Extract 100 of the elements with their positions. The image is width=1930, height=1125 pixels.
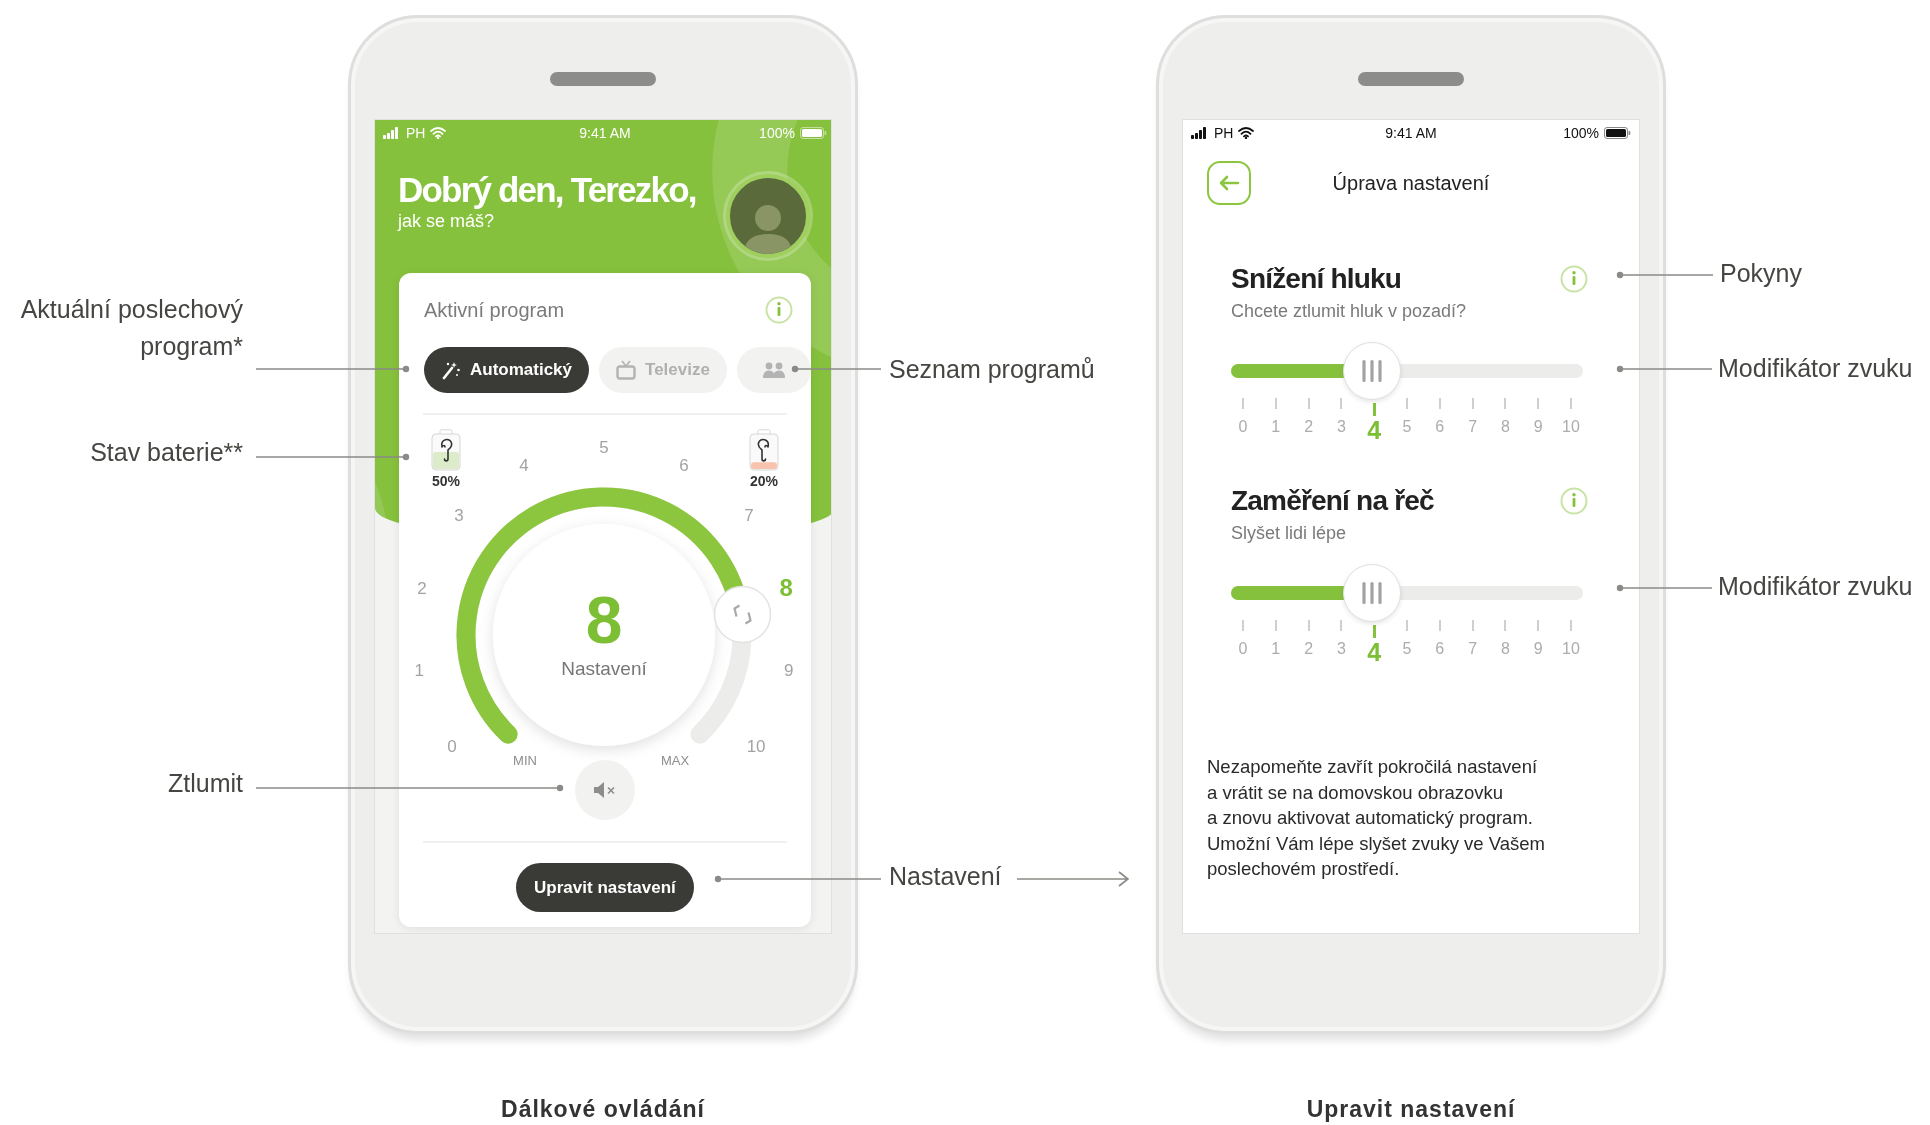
signal-icon	[1191, 126, 1209, 139]
info-icon[interactable]	[1560, 265, 1588, 293]
scale-tick	[1372, 403, 1376, 416]
scale-tick	[1307, 398, 1310, 409]
magic-wand-icon	[441, 360, 461, 380]
dial-scale-label: 7	[744, 506, 754, 526]
battery-icon	[1604, 126, 1631, 139]
dial-value: 8	[585, 583, 623, 657]
slider-thumb[interactable]	[1342, 564, 1401, 622]
greeting: Dobrý den, Terezko,	[398, 170, 696, 210]
scale-tick	[1372, 625, 1376, 638]
modifier-subtitle: Slyšet lidi lépe	[1231, 522, 1348, 545]
modifier-title: Zaměření na řeč	[1231, 485, 1434, 517]
scale-label: 6	[1435, 640, 1445, 658]
greeting-subtitle: jak se máš?	[398, 210, 496, 232]
scale-tick	[1438, 398, 1441, 409]
scale-label: 1	[1271, 418, 1281, 436]
wifi-icon	[430, 126, 447, 139]
scale-tick	[1471, 620, 1474, 631]
people-icon	[761, 362, 786, 378]
program-chip[interactable]	[736, 347, 811, 393]
battery-percent: 100%	[1563, 124, 1599, 141]
battery-percent: 50%	[432, 473, 460, 489]
max-label: MAX	[660, 753, 690, 768]
muted-speaker-icon	[592, 781, 617, 799]
battery-percent: 100%	[759, 124, 795, 141]
modifier-title: Snížení hluku	[1231, 263, 1402, 295]
scale-label: 5	[1402, 640, 1412, 658]
scale-label: 8	[1500, 640, 1510, 658]
caption: Dálkové ovládání	[501, 1096, 705, 1123]
status-time: 9:41 AM	[1385, 124, 1437, 141]
scale-tick	[1340, 398, 1343, 409]
scale-tick	[1438, 620, 1441, 631]
scale-label: 2	[1304, 418, 1314, 436]
back-arrow-icon	[1218, 175, 1240, 191]
scale-tick	[1340, 620, 1343, 631]
grip-icon	[1359, 582, 1384, 604]
dial-scale-label: 4	[519, 455, 529, 475]
scale-tick	[1504, 398, 1507, 409]
callout-label: Ztlumit	[168, 767, 243, 799]
scale-label: 9	[1533, 418, 1543, 436]
scale-label: 3	[1336, 418, 1346, 436]
adjust-settings-button[interactable]: Upravit nastavení	[516, 863, 694, 912]
scale-tick	[1274, 398, 1277, 409]
tv-icon	[616, 360, 637, 380]
dial-scale-label: 2	[417, 579, 427, 599]
wifi-icon	[1238, 126, 1255, 139]
scale-tick	[1569, 398, 1572, 409]
scale-label: 4	[1367, 638, 1382, 667]
reminder-text: Nezapomeňte zavřít pokročilá nastavení a vrátit se na domovskou obrazovku a znovu aktivovat automatický program. Umožní Vám lépe slyšet zvuky ve Vašem poslechovém prostředí.	[1207, 755, 1546, 882]
dial-scale-label: 5	[599, 438, 609, 457]
battery-icon	[430, 429, 462, 471]
program-chip[interactable]: Automatický	[424, 347, 590, 393]
dial-scale-label: 0	[447, 736, 457, 756]
scale-label: 0	[1238, 640, 1248, 658]
dial-scale-label: 3	[454, 506, 464, 526]
slider-track[interactable]	[1231, 342, 1583, 400]
scale-label: 6	[1435, 418, 1445, 436]
callout-label: Modifikátor zvuku	[1718, 352, 1913, 384]
scale-tick	[1537, 398, 1540, 409]
slider-thumb[interactable]	[1342, 342, 1401, 400]
info-icon[interactable]	[1560, 487, 1588, 515]
carrier-name: PH	[406, 124, 426, 141]
scale-label: 7	[1468, 418, 1478, 436]
scale-tick	[1274, 620, 1277, 631]
battery-percent: 20%	[749, 473, 778, 489]
card-title: Aktivní program	[424, 298, 565, 322]
dial-scale-label: 10	[746, 736, 766, 756]
scale-tick	[1307, 620, 1310, 631]
screen-title: Úprava nastavení	[1331, 171, 1491, 195]
scale-label: 10	[1562, 640, 1580, 658]
scale-tick	[1242, 620, 1244, 631]
grip-icon	[1359, 360, 1384, 382]
scale-label: 10	[1562, 418, 1580, 436]
slider-track[interactable]	[1231, 564, 1583, 622]
modifier-subtitle: Chcete ztlumit hluk v pozadí?	[1231, 300, 1468, 323]
callout-label: Aktuální poslechový program*	[20, 293, 243, 362]
scale-tick	[1569, 620, 1572, 631]
scale-label: 0	[1238, 418, 1248, 436]
scale-tick	[1242, 398, 1244, 409]
scale-label: 4	[1367, 416, 1382, 445]
scale-label: 2	[1304, 640, 1314, 658]
scale-label: 3	[1336, 640, 1346, 658]
callout-label: Pokyny	[1720, 257, 1802, 289]
scale-label: 1	[1271, 640, 1281, 658]
dial-scale-label: 9	[783, 661, 794, 681]
dial-knob[interactable]	[713, 585, 772, 644]
scale-tick	[1471, 398, 1474, 409]
dial-scale-label: 1	[414, 661, 425, 681]
dial-label: Nastavení	[561, 658, 647, 679]
status-time: 9:41 AM	[579, 124, 631, 141]
info-icon[interactable]	[764, 296, 793, 324]
scale-tick	[1406, 620, 1408, 631]
battery-icon	[799, 126, 827, 139]
callout-label: Nastavení	[889, 860, 1002, 892]
back-button[interactable]	[1207, 161, 1251, 205]
carrier-name: PH	[1214, 124, 1234, 141]
dial-scale-label: 8	[779, 574, 793, 602]
caption: Upravit nastavení	[1306, 1096, 1516, 1123]
callout-label: Seznam programů	[889, 353, 1095, 385]
